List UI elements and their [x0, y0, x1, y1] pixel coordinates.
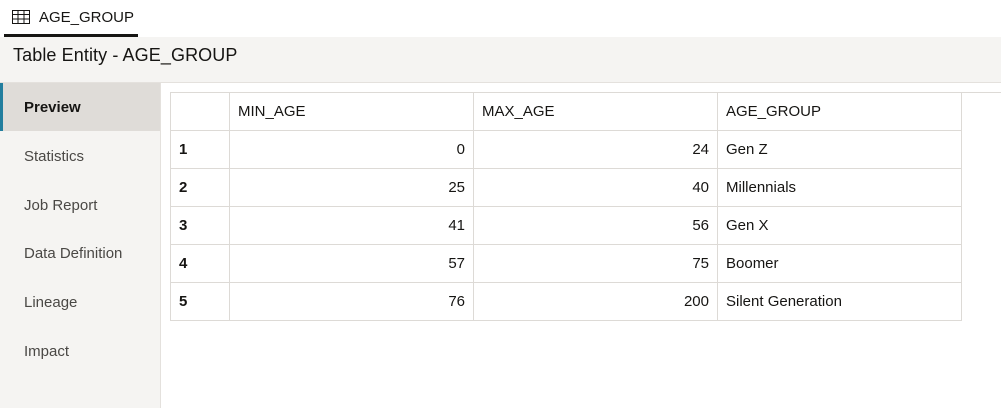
row-number: 2 — [170, 168, 230, 207]
tab-label: AGE_GROUP — [39, 8, 135, 26]
page-title: Table Entity - AGE_GROUP — [13, 45, 238, 65]
cell-min-age[interactable]: 57 — [229, 244, 474, 283]
sidebar-item-label: Lineage — [24, 293, 78, 311]
sidebar-item-label: Impact — [24, 342, 70, 360]
row-number: 1 — [170, 130, 230, 169]
sidebar-item-statistics[interactable]: Statistics — [0, 132, 160, 180]
table-row[interactable]: 1 0 24 Gen Z — [170, 130, 962, 169]
cell-age-group[interactable]: Gen Z — [717, 130, 962, 169]
column-header-min-age[interactable]: MIN_AGE — [229, 92, 474, 131]
cell-max-age[interactable]: 200 — [473, 282, 718, 321]
cell-min-age[interactable]: 76 — [229, 282, 474, 321]
table-header-row: MIN_AGE MAX_AGE AGE_GROUP — [170, 92, 962, 131]
sidebar-item-impact[interactable]: Impact — [0, 327, 160, 375]
column-header-age-group[interactable]: AGE_GROUP — [717, 92, 962, 131]
cell-age-group[interactable]: Silent Generation — [717, 282, 962, 321]
row-number: 3 — [170, 206, 230, 245]
cell-max-age[interactable]: 40 — [473, 168, 718, 207]
cell-min-age[interactable]: 0 — [229, 130, 474, 169]
table-row[interactable]: 5 76 200 Silent Generation — [170, 282, 962, 321]
preview-panel: MIN_AGE MAX_AGE AGE_GROUP 1 0 24 Gen Z 2… — [161, 83, 1001, 408]
column-header-max-age[interactable]: MAX_AGE — [473, 92, 718, 131]
cell-age-group[interactable]: Gen X — [717, 206, 962, 245]
cell-age-group[interactable]: Boomer — [717, 244, 962, 283]
cell-max-age[interactable]: 56 — [473, 206, 718, 245]
table-row[interactable]: 3 41 56 Gen X — [170, 206, 962, 245]
sidebar-item-label: Job Report — [24, 196, 98, 214]
sidebar-item-job-report[interactable]: Job Report — [0, 181, 160, 229]
table-icon — [12, 10, 30, 24]
cell-max-age[interactable]: 24 — [473, 130, 718, 169]
sidebar-item-preview[interactable]: Preview — [0, 83, 160, 131]
row-number: 5 — [170, 282, 230, 321]
table-row[interactable]: 4 57 75 Boomer — [170, 244, 962, 283]
tab-age-group[interactable]: AGE_GROUP — [4, 0, 138, 37]
sidebar: Preview Statistics Job Report Data Defin… — [0, 83, 161, 408]
grid-header-extension-line — [960, 92, 1001, 93]
preview-table: MIN_AGE MAX_AGE AGE_GROUP 1 0 24 Gen Z 2… — [170, 92, 962, 321]
sidebar-item-lineage[interactable]: Lineage — [0, 278, 160, 326]
table-row[interactable]: 2 25 40 Millennials — [170, 168, 962, 207]
row-number: 4 — [170, 244, 230, 283]
sidebar-item-label: Statistics — [24, 147, 85, 165]
cell-max-age[interactable]: 75 — [473, 244, 718, 283]
sidebar-item-data-definition[interactable]: Data Definition — [0, 229, 160, 277]
sidebar-item-label: Data Definition — [24, 244, 123, 262]
cell-age-group[interactable]: Millennials — [717, 168, 962, 207]
page-header: Table Entity - AGE_GROUP — [0, 37, 1001, 83]
cell-min-age[interactable]: 25 — [229, 168, 474, 207]
row-number-header — [170, 92, 230, 131]
tab-strip: AGE_GROUP — [0, 0, 1001, 37]
cell-min-age[interactable]: 41 — [229, 206, 474, 245]
sidebar-item-label: Preview — [24, 98, 81, 116]
